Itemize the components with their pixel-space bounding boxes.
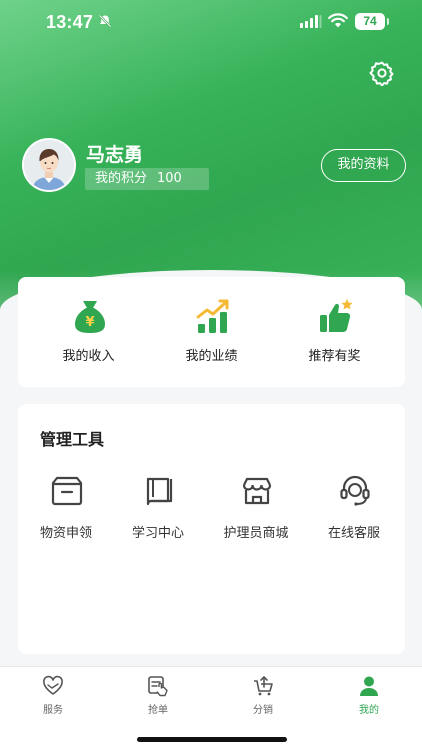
tool-customer-service[interactable]: 在线客服 — [306, 474, 402, 554]
home-indicator — [137, 737, 287, 742]
cellular-signal-icon — [300, 15, 322, 28]
tool-learning[interactable]: 学习中心 — [110, 474, 206, 554]
heart-hand-icon — [43, 675, 63, 695]
my-profile-button[interactable]: 我的资料 — [321, 149, 406, 182]
avatar-person-icon — [24, 140, 74, 190]
bar-chart-icon — [196, 299, 229, 333]
points-label: 我的积分 — [95, 171, 148, 186]
tab-grab-order[interactable]: 抢单 — [128, 675, 188, 719]
tool-label: 护理员商城 — [223, 526, 289, 541]
quick-actions-card: ¥ 我的收入 我的业绩 推荐有奖 — [18, 277, 405, 387]
tab-distribution[interactable]: 分销 — [233, 675, 293, 719]
tab-mine[interactable]: 我的 — [339, 675, 399, 719]
quick-action-referral[interactable]: 推荐有奖 — [270, 277, 399, 387]
points-value: 100 — [157, 171, 182, 186]
book-icon — [146, 477, 173, 506]
battery-indicator: 74 — [355, 13, 389, 30]
quick-action-performance[interactable]: 我的业绩 — [147, 277, 276, 387]
store-icon — [242, 477, 272, 505]
profile-section: 马志勇 我的积分 100 我的资料 — [22, 138, 406, 194]
bell-muted-icon — [98, 14, 112, 28]
status-time: 13:47 — [46, 12, 94, 32]
quick-action-label: 推荐有奖 — [308, 349, 361, 364]
tab-label: 我的 — [359, 705, 379, 716]
cart-share-icon — [254, 676, 273, 696]
headset-icon — [340, 475, 370, 506]
box-icon — [51, 476, 83, 506]
points-badge: 我的积分 100 — [85, 168, 209, 190]
tab-service[interactable]: 服务 — [23, 675, 83, 719]
wifi-icon — [328, 13, 348, 28]
tool-label: 学习中心 — [131, 526, 184, 541]
user-name: 马志勇 — [86, 144, 144, 166]
money-bag-icon: ¥ — [75, 301, 105, 333]
tools-title: 管理工具 — [40, 430, 105, 449]
tool-label: 在线客服 — [327, 526, 380, 541]
tab-label: 服务 — [43, 705, 63, 716]
svg-text:¥: ¥ — [85, 315, 94, 330]
quick-action-label: 我的业绩 — [185, 349, 238, 364]
person-icon — [360, 676, 378, 696]
quick-action-income[interactable]: ¥ 我的收入 — [24, 277, 153, 387]
settings-gear-icon[interactable] — [369, 60, 395, 86]
thumbs-up-icon — [320, 299, 353, 332]
management-tools-card: 管理工具 物资申领 学习中心 护理员商城 在线客服 — [18, 404, 405, 654]
tab-label: 抢单 — [148, 705, 168, 716]
tool-supplies[interactable]: 物资申领 — [18, 474, 114, 554]
tool-store[interactable]: 护理员商城 — [208, 474, 304, 554]
status-bar: 13:47 74 — [0, 0, 422, 44]
grab-order-icon — [148, 676, 168, 697]
quick-action-label: 我的收入 — [62, 349, 115, 364]
avatar[interactable] — [22, 138, 76, 192]
tab-label: 分销 — [253, 705, 273, 716]
